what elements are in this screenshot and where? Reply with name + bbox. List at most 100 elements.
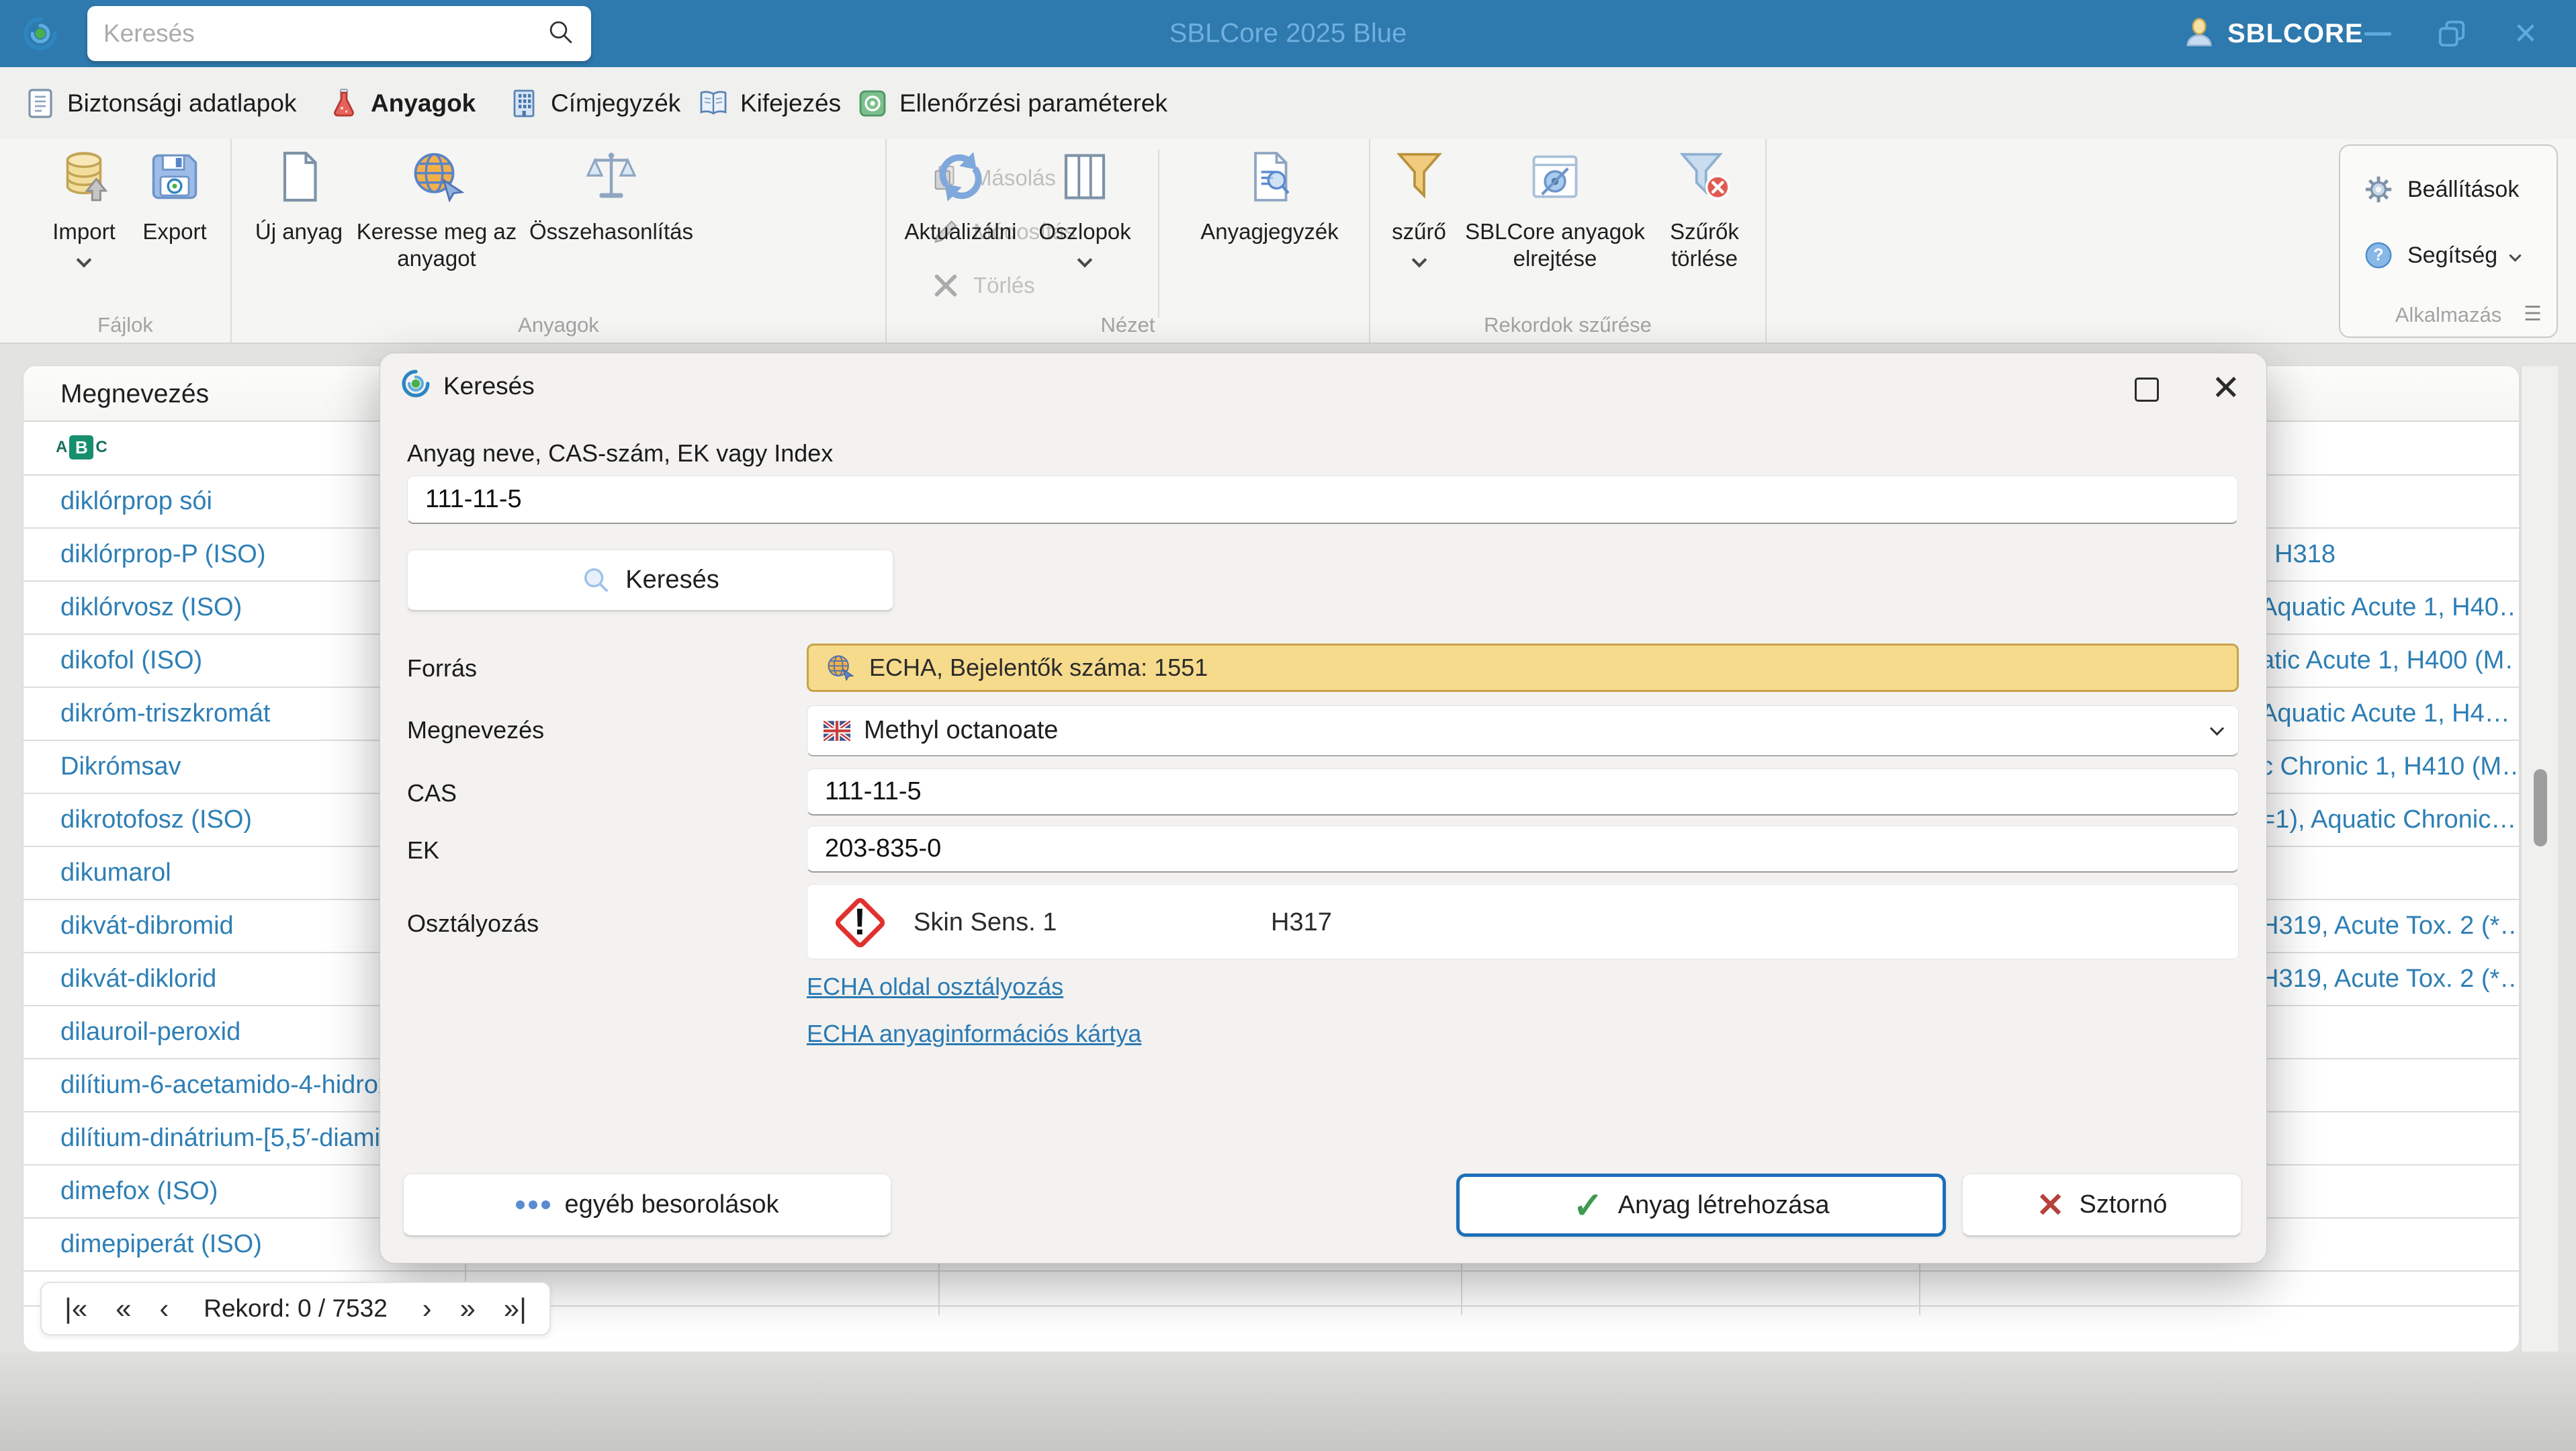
window-title: SBLCore 2025 Blue	[1169, 18, 1407, 48]
filter-button[interactable]: szűrő	[1380, 148, 1458, 268]
global-search-input[interactable]	[103, 19, 547, 48]
chevron-down-icon[interactable]	[76, 252, 92, 268]
scales-icon	[583, 148, 639, 210]
ec-label: EK	[407, 836, 440, 864]
settings-button[interactable]: Beállítások	[2363, 174, 2519, 205]
substance-name-dropdown[interactable]: Methyl octanoate	[807, 705, 2239, 756]
database-import-icon	[56, 148, 112, 210]
compare-button[interactable]: Összehasonlítás	[521, 148, 702, 245]
chevron-down-icon[interactable]	[1411, 252, 1427, 268]
tab-address-book[interactable]: Címjegyzék	[508, 67, 680, 139]
tab-phrases[interactable]: Kifejezés	[697, 67, 841, 139]
group-label-record-filtering: Rekordok szűrése	[1484, 313, 1652, 337]
ribbon-group-application: Beállítások ? Segítség Alkalmazás ☰	[2339, 144, 2558, 338]
group-label-files: Fájlok	[97, 313, 153, 337]
group-label-substances: Anyagok	[518, 313, 599, 337]
source-label: Forrás	[407, 654, 478, 682]
record-pager: |« « ‹ Rekord: 0 / 7532 › » »|	[40, 1282, 551, 1335]
tab-label: Biztonsági adatlapok	[67, 89, 297, 117]
tab-label: Címjegyzék	[551, 89, 681, 117]
dialog-logo-icon	[399, 367, 433, 400]
prev-record-button[interactable]: ‹	[159, 1292, 169, 1325]
text-filter-icon[interactable]: ABC	[56, 435, 107, 459]
source-field[interactable]: ECHA, Bejelentők száma: 1551	[807, 644, 2239, 692]
dialog-maximize-button[interactable]	[2135, 378, 2159, 402]
chevron-down-icon[interactable]	[1077, 252, 1093, 268]
dialog-close-button[interactable]: ✕	[2211, 368, 2241, 408]
cas-input[interactable]: 111-11-5	[807, 768, 2239, 816]
columns-icon	[1057, 148, 1113, 210]
fast-prev-button[interactable]: «	[116, 1292, 131, 1325]
next-record-button[interactable]: ›	[423, 1292, 432, 1325]
ribbon-divider	[1158, 150, 1159, 318]
user-icon	[2182, 15, 2217, 53]
group-label-view: Nézet	[1100, 313, 1155, 337]
create-substance-button[interactable]: ✓ Anyag létrehozása	[1456, 1174, 1946, 1237]
classification-panel: ! Skin Sens. 1 H317	[807, 884, 2239, 959]
document-search-icon	[1241, 148, 1298, 210]
cas-label: CAS	[407, 779, 457, 807]
hide-eye-icon	[1527, 148, 1583, 210]
tab-safety-data-sheets[interactable]: Biztonsági adatlapok	[24, 67, 296, 139]
ellipsis-icon	[515, 1200, 550, 1209]
ec-input[interactable]: 203-835-0	[807, 826, 2239, 873]
hide-sblcore-substances-button[interactable]: SBLCore anyagok elrejtése	[1464, 148, 1646, 273]
substance-list-button[interactable]: Anyagjegyzék	[1182, 148, 1357, 245]
first-record-button[interactable]: |«	[64, 1292, 87, 1325]
search-dialog: Keresés ✕ Anyag neve, CAS-szám, EK vagy …	[380, 353, 2267, 1264]
export-button[interactable]: Export	[131, 148, 218, 245]
target-icon	[859, 90, 886, 116]
last-record-button[interactable]: »|	[504, 1292, 527, 1325]
columns-button[interactable]: Oszlopok	[1028, 148, 1142, 268]
chevron-down-icon[interactable]	[2209, 721, 2225, 736]
search-icon	[584, 568, 609, 592]
group-menu-icon[interactable]: ☰	[2524, 302, 2542, 326]
refresh-button[interactable]: Aktualizálni	[900, 148, 1021, 245]
flask-icon	[334, 88, 354, 116]
ribbon-group-substances: Új anyag Keresse meg az anyagot Összehas…	[232, 139, 1075, 343]
red-x-icon: ✕	[2036, 1186, 2065, 1224]
fast-next-button[interactable]: »	[460, 1292, 476, 1325]
restore-button[interactable]	[2425, 0, 2479, 67]
close-button[interactable]: ✕	[2499, 0, 2552, 67]
help-button[interactable]: ? Segítség	[2363, 240, 2522, 271]
check-icon: ✓	[1572, 1185, 1603, 1226]
global-search-box[interactable]	[87, 6, 591, 61]
chevron-down-icon[interactable]	[2509, 249, 2522, 262]
table-scrollbar[interactable]	[2520, 366, 2558, 1352]
cancel-button[interactable]: ✕ Sztornó	[1962, 1174, 2241, 1237]
hazard-code: H317	[1271, 908, 1332, 936]
status-strip	[0, 1352, 2576, 1451]
tab-substances[interactable]: Anyagok	[328, 67, 476, 139]
ribbon-group-view: Aktualizálni Oszlopok Anyagjegyzék Nézet	[887, 139, 1370, 343]
classification-name: Skin Sens. 1	[914, 908, 1057, 936]
minimize-button[interactable]	[2351, 0, 2405, 67]
search-icon[interactable]	[547, 18, 575, 50]
other-classifications-button[interactable]: egyéb besorolások	[403, 1174, 891, 1237]
import-button[interactable]: Import	[40, 148, 128, 268]
tab-check-parameters[interactable]: Ellenőrzési paraméterek	[856, 67, 1167, 139]
substance-search-input[interactable]: 111-11-5	[407, 476, 2238, 524]
scrollbar-thumb[interactable]	[2534, 769, 2547, 846]
find-substance-button[interactable]: Keresse meg az anyagot	[356, 148, 517, 273]
building-icon	[513, 89, 535, 117]
dialog-search-button[interactable]: Keresés	[407, 549, 893, 611]
tab-label: Ellenőrzési paraméterek	[899, 89, 1167, 117]
clear-filters-button[interactable]: Szűrők törlése	[1652, 148, 1757, 273]
substance-search-label: Anyag neve, CAS-szám, EK vagy Index	[407, 439, 834, 467]
dialog-title: Keresés	[443, 372, 535, 400]
main-tab-bar: Biztonsági adatlapok Anyagok Címjegyzék …	[0, 67, 2576, 202]
floppy-export-icon	[146, 148, 203, 210]
account-area[interactable]: SBLCORE	[2182, 0, 2364, 67]
echa-infocard-link[interactable]: ECHA anyaginformációs kártya	[807, 1020, 1141, 1048]
new-substance-button[interactable]: Új anyag	[249, 148, 349, 245]
new-page-icon	[271, 148, 327, 210]
document-icon	[28, 88, 52, 118]
funnel-icon	[1391, 148, 1448, 210]
record-counter: Rekord: 0 / 7532	[204, 1294, 388, 1322]
column-header-name[interactable]: Megnevezés	[60, 366, 209, 422]
app-logo-icon	[20, 13, 60, 54]
globe-search-icon	[408, 148, 465, 210]
echa-classification-link[interactable]: ECHA oldal osztályozás	[807, 973, 1063, 1001]
help-icon: ?	[2365, 242, 2392, 269]
